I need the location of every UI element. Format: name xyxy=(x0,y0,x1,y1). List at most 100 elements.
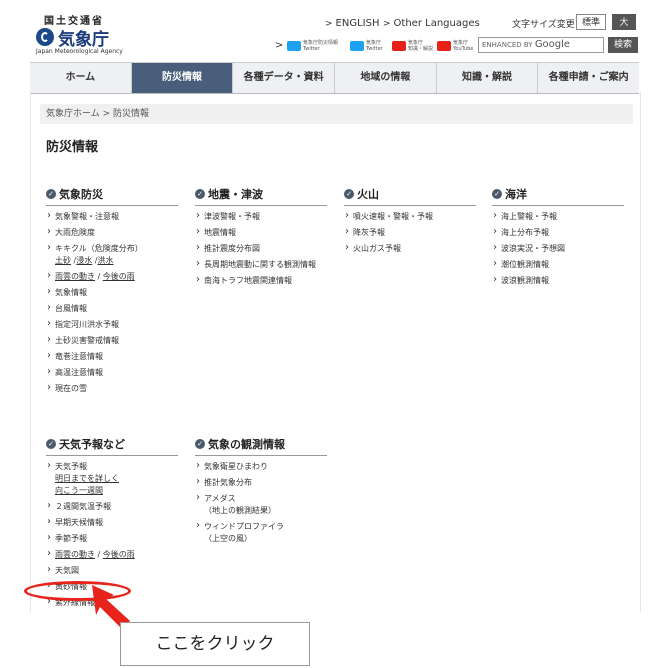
link-seismic-map[interactable]: 推計震度分布図 xyxy=(195,242,327,255)
font-size-standard-button[interactable]: 標準 xyxy=(576,14,606,30)
link-future-rain-2[interactable]: 今後の雨 xyxy=(103,550,135,559)
chevron-right-icon: > xyxy=(383,19,391,29)
link-wind-profiler[interactable]: ウィンドプロファイラ xyxy=(204,522,284,531)
section-kisho-bosai: ✓気象防災 気象警報・注意報 大雨危険度 キキクル（危険度分布） 土砂 /浸水 … xyxy=(46,186,178,399)
jma-logo-icon[interactable] xyxy=(36,28,54,46)
nav-region[interactable]: 地域の情報 xyxy=(335,63,437,93)
org-logo-text[interactable]: 気象庁 xyxy=(58,25,109,50)
list-item-amedas: アメダス （地上の観測結果） xyxy=(195,492,327,517)
link-weather-info[interactable]: 気象情報 xyxy=(46,286,178,299)
section-jishin: ✓地震・津波 津波警報・予報 地震情報 推計震度分布図 長周期地震動に関する観測… xyxy=(195,186,327,291)
nav-home[interactable]: ホーム xyxy=(30,63,132,93)
twitter-icon xyxy=(350,41,364,51)
link-estimated-distribution[interactable]: 推計気象分布 xyxy=(195,476,327,489)
english-link[interactable]: > ENGLISH xyxy=(325,18,379,29)
list-item-rain-2: 雨雲の動き / 今後の雨 xyxy=(46,548,178,561)
link-kikikuru-kozui[interactable]: 洪水 xyxy=(98,256,114,265)
check-circle-icon: ✓ xyxy=(344,189,354,199)
social-jma-twitter[interactable]: 気象庁 Twitter xyxy=(350,40,383,52)
section-heading: ✓ 気象の観測情報 xyxy=(195,436,327,456)
link-volcanic-gas[interactable]: 火山ガス予報 xyxy=(344,242,476,255)
link-rain-cloud[interactable]: 雨雲の動き xyxy=(55,272,95,281)
social-jma-bosai-twitter[interactable]: 気象庁防災情報 Twitter xyxy=(287,40,338,52)
wind-profiler-note: （上空の風） xyxy=(204,534,252,543)
nav-data[interactable]: 各種データ・資料 xyxy=(233,63,336,93)
link-rain-cloud-2[interactable]: 雨雲の動き xyxy=(55,550,95,559)
breadcrumb-separator: > xyxy=(102,109,111,119)
callout-box: ここをクリック xyxy=(120,622,310,666)
search-input[interactable]: ENHANCED BY Google xyxy=(478,37,604,53)
link-amedas[interactable]: アメダス xyxy=(204,494,236,503)
link-river-flood[interactable]: 指定河川洪水予報 xyxy=(46,318,178,331)
check-circle-icon: ✓ xyxy=(46,189,56,199)
link-landslide[interactable]: 土砂災害警戒情報 xyxy=(46,334,178,347)
nav-applications[interactable]: 各種申請・ご案内 xyxy=(538,63,639,93)
link-early-weather[interactable]: 早期天候情報 xyxy=(46,516,178,529)
org-english-name: Japan Meteorological Agency xyxy=(36,48,123,55)
global-nav: ホーム 防災情報 各種データ・資料 地域の情報 知識・解説 各種申請・ご案内 xyxy=(30,62,639,94)
nav-knowledge[interactable]: 知識・解説 xyxy=(437,63,539,93)
list-item-kikikuru: キキクル（危険度分布） 土砂 /浸水 /洪水 xyxy=(46,242,178,267)
link-future-rain[interactable]: 今後の雨 xyxy=(103,272,135,281)
twitter-icon xyxy=(287,41,301,51)
link-nankai-trough[interactable]: 南海トラフ地震関連情報 xyxy=(195,274,327,287)
section-heading: ✓ 海洋 xyxy=(492,186,624,206)
youtube-icon xyxy=(437,41,451,51)
check-circle-icon: ✓ xyxy=(492,189,502,199)
link-tide-obs[interactable]: 潮位観測情報 xyxy=(492,258,624,271)
breadcrumb-current: 防災情報 xyxy=(113,109,150,119)
link-marine-warning[interactable]: 海上警報・予報 xyxy=(492,210,624,223)
link-heavy-rain-risk[interactable]: 大雨危険度 xyxy=(46,226,178,239)
list-item-wind-profiler: ウィンドプロファイラ （上空の風） xyxy=(195,520,327,545)
check-circle-icon: ✓ xyxy=(195,439,205,449)
link-weather-map[interactable]: 天気図 xyxy=(46,564,178,577)
check-circle-icon: ✓ xyxy=(46,439,56,449)
link-current-snow[interactable]: 現在の雪 xyxy=(46,382,178,395)
link-warnings[interactable]: 気象警報・注意報 xyxy=(46,210,178,223)
section-heading: ✓ 気象防災 xyxy=(46,186,178,206)
link-kikikuru-dosha[interactable]: 土砂 xyxy=(55,256,71,265)
page-title: 防災情報 xyxy=(46,140,99,155)
chevron-right-icon: > xyxy=(275,40,284,51)
search-button[interactable]: 検索 xyxy=(608,37,638,53)
link-eruption[interactable]: 噴火速報・警報・予報 xyxy=(344,210,476,223)
link-forecast[interactable]: 天気予報 xyxy=(55,462,87,471)
font-size-large-button[interactable]: 大 xyxy=(612,14,636,30)
section-kazan: ✓火山 噴火速報・警報・予報 降灰予報 火山ガス予報 xyxy=(344,186,476,259)
link-forecast-tomorrow[interactable]: 明日までを詳しく xyxy=(55,474,119,483)
list-item-forecast: 天気予報 明日までを詳しく 向こう一週間 xyxy=(46,460,178,497)
other-languages-link[interactable]: > Other Languages xyxy=(383,18,480,29)
link-himawari[interactable]: 気象衛星ひまわり xyxy=(195,460,327,473)
section-kaiyo: ✓海洋 海上警報・予報 海上分布予報 波浪実況・予想図 潮位観測情報 波浪観測情… xyxy=(492,186,624,291)
breadcrumb-home-link[interactable]: 気象庁ホーム xyxy=(46,109,100,119)
link-tsunami[interactable]: 津波警報・予報 xyxy=(195,210,327,223)
link-ashfall[interactable]: 降灰予報 xyxy=(344,226,476,239)
link-seasonal[interactable]: 季節予報 xyxy=(46,532,178,545)
site-header: 国土交通省 気象庁 Japan Meteorological Agency > E… xyxy=(0,0,669,62)
nav-bosai[interactable]: 防災情報 xyxy=(131,63,234,93)
list-item-rain: 雨雲の動き / 今後の雨 xyxy=(46,270,178,283)
link-earthquake-info[interactable]: 地震情報 xyxy=(195,226,327,239)
section-heading: ✓ 天気予報など xyxy=(46,436,178,456)
section-heading: ✓ 火山 xyxy=(344,186,476,206)
youtube-icon xyxy=(392,41,406,51)
link-2week-temp[interactable]: ２週間気温予報 xyxy=(46,500,178,513)
link-high-temp[interactable]: 高温注意情報 xyxy=(46,366,178,379)
breadcrumb: 気象庁ホーム > 防災情報 xyxy=(40,104,633,124)
link-wave-chart[interactable]: 波浪実況・予想図 xyxy=(492,242,624,255)
social-jma-youtube[interactable]: 気象庁 YouTube xyxy=(437,40,473,52)
section-kansoku: ✓気象の観測情報 気象衛星ひまわり 推計気象分布 アメダス （地上の観測結果） … xyxy=(195,436,327,549)
section-heading: ✓ 地震・津波 xyxy=(195,186,327,206)
link-long-period[interactable]: 長周期地震動に関する観測情報 xyxy=(195,258,327,271)
link-tornado[interactable]: 竜巻注意情報 xyxy=(46,350,178,363)
chevron-right-icon: > xyxy=(325,19,333,29)
link-marine-distribution[interactable]: 海上分布予報 xyxy=(492,226,624,239)
social-jma-youtube-knowledge[interactable]: 気象庁 知識・解説 xyxy=(392,40,433,52)
link-typhoon[interactable]: 台風情報 xyxy=(46,302,178,315)
font-size-label: 文字サイズ変更 xyxy=(512,20,575,30)
link-kikikuru-shinsui[interactable]: 浸水 xyxy=(76,256,92,265)
link-wave-obs[interactable]: 波浪観測情報 xyxy=(492,274,624,287)
amedas-note: （地上の観測結果） xyxy=(204,506,276,515)
check-circle-icon: ✓ xyxy=(195,189,205,199)
link-forecast-week[interactable]: 向こう一週間 xyxy=(55,486,103,495)
